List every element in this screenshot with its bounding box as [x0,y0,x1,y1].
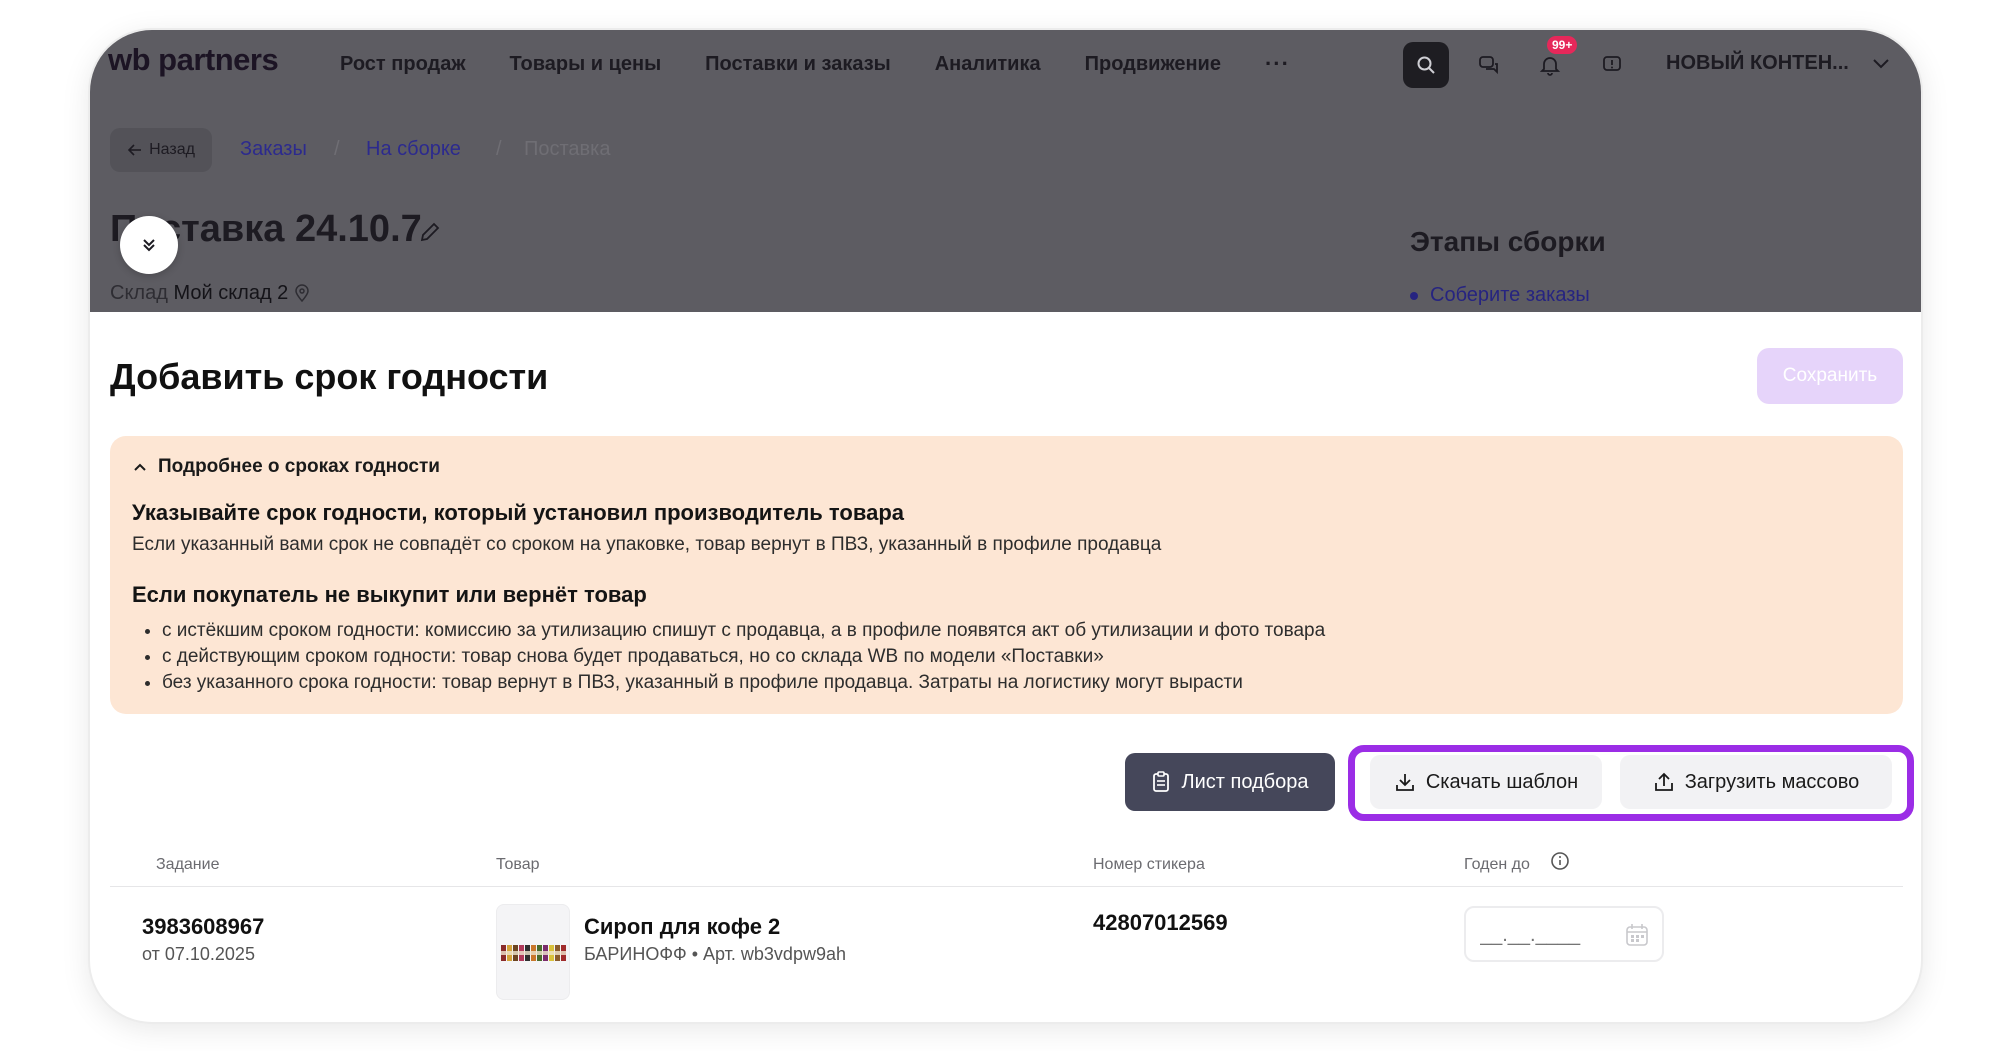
chevron-up-icon [134,463,146,471]
upload-icon [1654,772,1673,791]
save-button[interactable]: Сохранить [1757,348,1903,404]
warehouse-value: Мой склад 2 [173,282,289,304]
search-icon [1417,56,1435,74]
stages-title: Этапы сборки [1410,226,1606,257]
info-bullet: без указанного срока годности: товар вер… [144,670,1325,696]
chat-icon [1479,56,1498,75]
chevron-down-icon[interactable] [1870,52,1892,74]
nav-item-analytics[interactable]: Аналитика [935,53,1041,76]
sticker-number: 42807012569 [1093,910,1228,935]
pick-list-label: Лист подбора [1181,770,1309,793]
breadcrumb-separator: / [496,138,502,160]
nav-item-sales-growth[interactable]: Рост продаж [340,53,466,76]
expiry-info-toggle-label: Подробнее о сроках годности [158,456,440,477]
task-id: 3983608967 [142,914,265,939]
back-button-label: Назад [149,141,195,158]
feedback-icon [1603,56,1621,71]
calendar-icon[interactable] [1624,922,1650,948]
info-bullets: с истёкшим сроком годности: комиссию за … [144,618,1325,696]
upload-bulk-button[interactable]: Загрузить массово [1620,755,1892,809]
breadcrumb-assembly[interactable]: На сборке [366,138,461,161]
app-window: wb partners Рост продаж Товары и цены По… [90,30,1921,1022]
download-icon [1395,774,1414,791]
expiry-date-field[interactable] [1464,906,1664,962]
download-template-button[interactable]: Скачать шаблон [1370,755,1602,809]
clipboard-icon [1153,771,1170,792]
nav-more-button[interactable]: ··· [1265,51,1290,77]
table-divider [110,886,1903,887]
chat-button[interactable] [1466,42,1512,88]
bell-icon [1539,57,1561,76]
location-pin-icon [295,284,309,303]
task-date: от 07.10.2025 [142,944,255,964]
column-header-sticker: Номер стикера [1093,856,1205,873]
wb-partners-logo[interactable]: wb partners [108,42,279,78]
expiry-info-panel: Подробнее о сроках годности Указывайте с… [110,436,1903,714]
nav-item-products-prices[interactable]: Товары и цены [510,53,662,76]
double-chevron-down-icon [143,239,155,252]
warehouse-info: Склад Мой склад 2 [110,282,310,305]
column-header-product: Товар [496,856,540,873]
feedback-button[interactable] [1589,42,1635,88]
info-bullet: с истёкшим сроком годности: комиссию за … [144,618,1325,644]
expiry-date-input[interactable] [1480,922,1610,948]
column-header-expiry: Годен до [1464,856,1530,873]
info-icon[interactable] [1550,851,1570,871]
stage-collect-orders[interactable]: Соберите заказы [1410,284,1590,307]
warehouse-label: Склад [110,282,168,304]
pick-list-button[interactable]: Лист подбора [1125,753,1335,811]
notifications-badge: 99+ [1547,36,1578,54]
info-bullet: с действующим сроком годности: товар сно… [144,644,1325,670]
nav-item-promotion[interactable]: Продвижение [1085,53,1221,76]
breadcrumb-orders[interactable]: Заказы [240,138,307,161]
modal-title: Добавить срок годности [110,356,549,397]
download-template-label: Скачать шаблон [1425,770,1579,793]
product-name[interactable]: Сироп для кофе 2 [584,914,780,940]
dimmed-background: wb partners Рост продаж Товары и цены По… [90,30,1921,312]
back-button[interactable]: Назад [110,128,212,172]
collapse-button[interactable] [120,216,178,274]
breadcrumb-separator: / [334,138,340,160]
top-header: wb partners Рост продаж Товары и цены По… [90,30,1921,98]
product-thumbnail[interactable] [496,904,570,1000]
main-nav: Рост продаж Товары и цены Поставки и зак… [340,30,1290,98]
account-name[interactable]: НОВЫЙ КОНТЕН... [1666,52,1849,75]
upload-bulk-label: Загрузить массово [1684,770,1860,793]
product-meta: БАРИНОФФ • Арт. wb3vdpw9ah [584,944,846,964]
syrup-bottles-image [501,945,566,961]
search-button[interactable] [1403,42,1449,88]
info-heading-return: Если покупатель не выкупит или вернёт то… [132,582,647,607]
nav-item-supplies-orders[interactable]: Поставки и заказы [705,53,891,76]
arrow-left-icon [127,144,142,156]
pencil-icon[interactable] [418,220,442,244]
info-text-mismatch: Если указанный вами срок не совпадёт со … [132,534,1162,555]
expiry-info-toggle[interactable]: Подробнее о сроках годности [132,456,440,478]
info-heading-manufacturer: Указывайте срок годности, который устано… [132,500,904,525]
column-header-task: Задание [156,856,220,873]
breadcrumb-current: Поставка [524,138,611,160]
